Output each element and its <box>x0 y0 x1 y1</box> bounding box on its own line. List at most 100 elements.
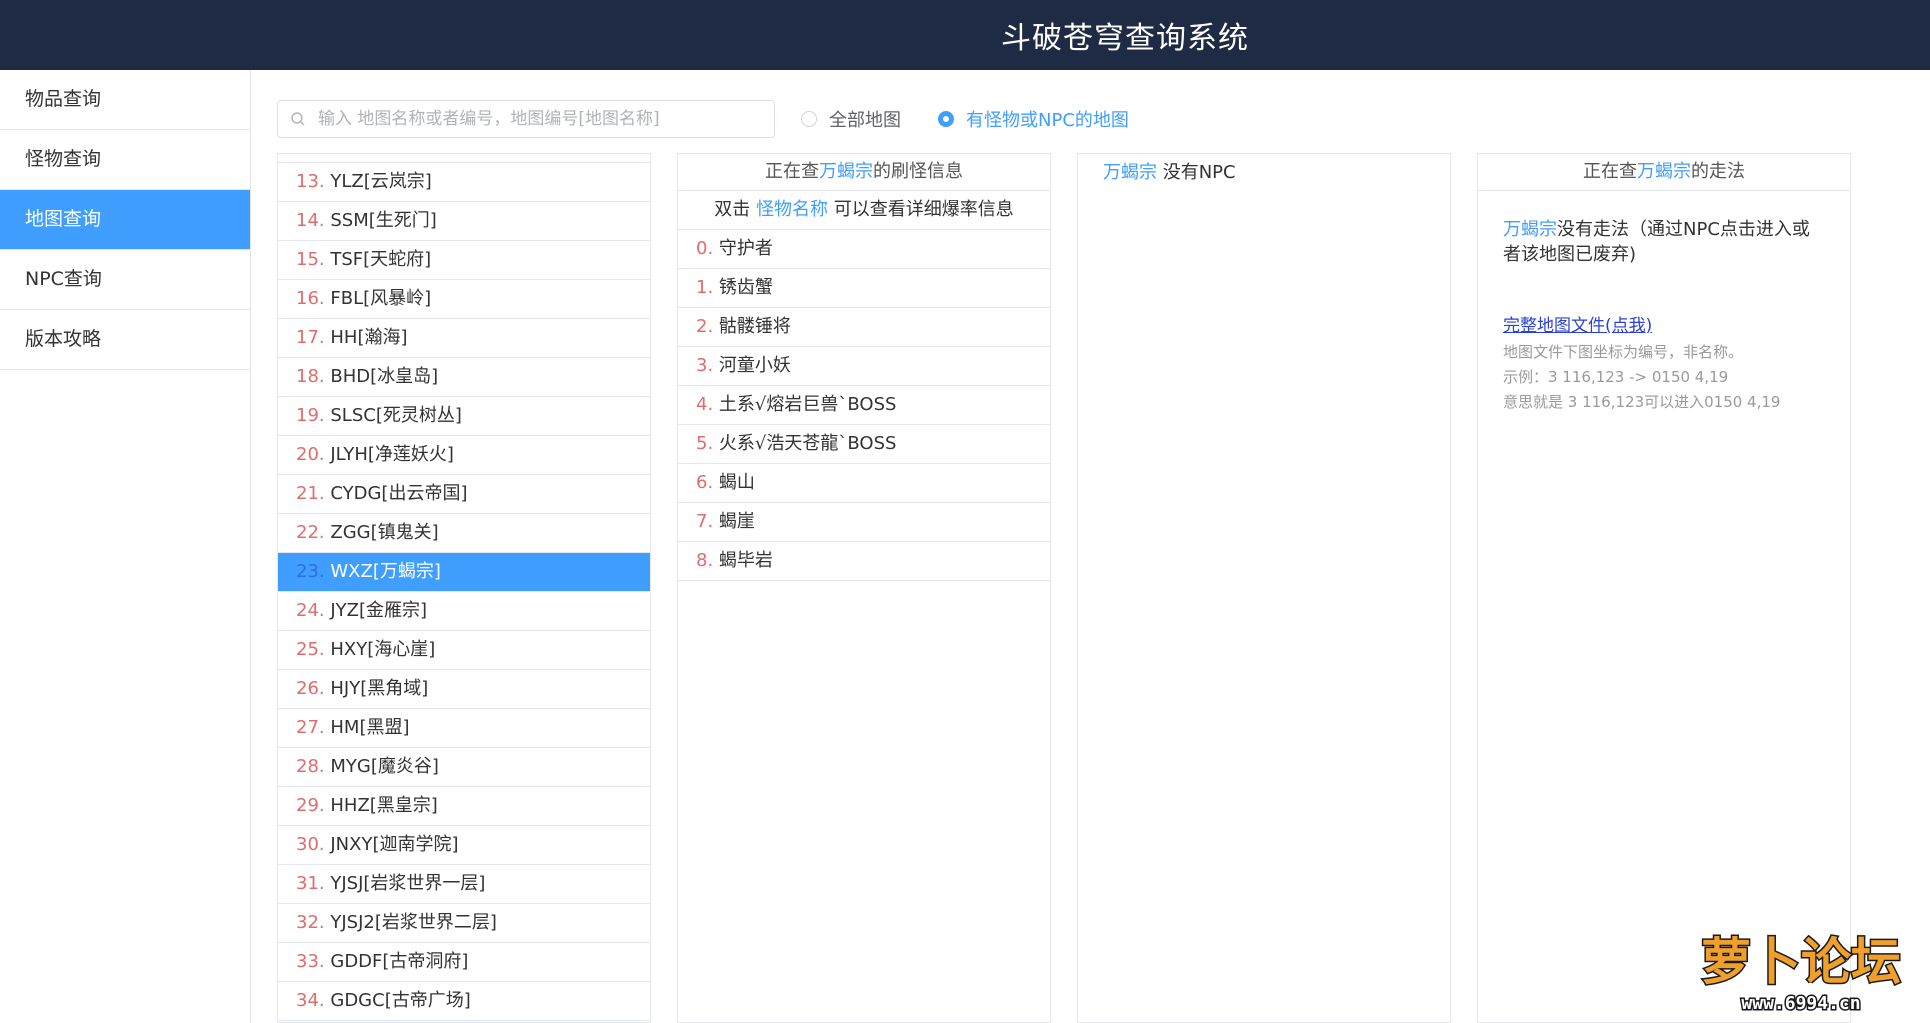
route-description: 万蝎宗没有走法（通过NPC点击进入或者该地图已废弃) <box>1503 217 1825 267</box>
map-item-number: 14. <box>296 210 325 231</box>
map-item-number: 30. <box>296 834 325 855</box>
map-list-item[interactable]: 16. FBL[风暴岭] <box>278 280 650 319</box>
map-item-name: GDDF[古帝洞府] <box>330 951 469 972</box>
route-note-2: 示例：3 116,123 -> 0150 4,19 <box>1503 368 1729 386</box>
route-panel-header: 正在查万蝎宗的走法 <box>1478 154 1850 191</box>
monster-item-number: 4. <box>696 394 714 415</box>
monster-list-item[interactable]: 4. 土系√熔岩巨兽`BOSS <box>678 386 1050 425</box>
map-list-item-partial <box>278 154 650 163</box>
full-map-file-link[interactable]: 完整地图文件(点我) <box>1503 311 1652 336</box>
map-item-number: 19. <box>296 405 325 426</box>
hint-monster-name: 怪物名称 <box>756 199 828 220</box>
map-item-name: HJY[黑角域] <box>330 678 429 699</box>
map-list-item[interactable]: 29. HHZ[黑皇宗] <box>278 787 650 826</box>
map-list-item[interactable]: 28. MYG[魔炎谷] <box>278 748 650 787</box>
monster-list-item[interactable]: 0. 守护者 <box>678 230 1050 269</box>
map-item-name: YJSJ2[岩浆世界二层] <box>330 912 497 933</box>
map-list-item[interactable]: 15. TSF[天蛇府] <box>278 241 650 280</box>
search-box[interactable] <box>277 100 775 138</box>
map-list-item[interactable]: 22. ZGG[镇鬼关] <box>278 514 650 553</box>
map-item-name: JNXY[迦南学院] <box>330 834 459 855</box>
map-item-number: 22. <box>296 522 325 543</box>
radio-monster-maps[interactable]: 有怪物或NPC的地图 <box>938 106 1129 132</box>
map-item-number: 25. <box>296 639 325 660</box>
hint-suffix: 可以查看详细爆率信息 <box>828 199 1014 220</box>
monster-item-name: 蝎毕岩 <box>718 550 773 571</box>
monster-list-item[interactable]: 7. 蝎崖 <box>678 503 1050 542</box>
map-item-number: 16. <box>296 288 325 309</box>
radio-all-maps[interactable]: 全部地图 <box>801 106 901 132</box>
monster-panel-hint: 双击 怪物名称 可以查看详细爆率信息 <box>678 191 1050 230</box>
npc-panel-text: 万蝎宗 没有NPC <box>1078 154 1450 186</box>
monster-head-prefix: 正在查 <box>765 161 819 182</box>
sidebar-item-monsters[interactable]: 怪物查询 <box>0 130 250 190</box>
monster-item-name: 蝎崖 <box>718 511 755 532</box>
map-item-number: 32. <box>296 912 325 933</box>
route-note-3: 意思就是 3 116,123可以进入0150 4,19 <box>1503 393 1781 411</box>
map-item-name: WXZ[万蝎宗] <box>330 561 441 582</box>
map-list-item[interactable]: 24. JYZ[金雁宗] <box>278 592 650 631</box>
map-item-name: HH[瀚海] <box>330 327 408 348</box>
main-content: 全部地图 有怪物或NPC的地图 13. YLZ[云岚宗]14. SSM[生死门]… <box>251 70 1930 1023</box>
map-item-name: JYZ[金雁宗] <box>330 600 428 621</box>
map-item-number: 34. <box>296 990 325 1011</box>
npc-map-name: 万蝎宗 <box>1103 162 1157 183</box>
monster-panel: 正在查万蝎宗的刷怪信息 双击 怪物名称 可以查看详细爆率信息 0. 守护者 1. … <box>677 153 1051 1023</box>
map-list-item[interactable]: 20. JLYH[净莲妖火] <box>278 436 650 475</box>
monster-list-item[interactable]: 2. 骷髅锤将 <box>678 308 1050 347</box>
map-item-name: FBL[风暴岭] <box>330 288 432 309</box>
monster-item-number: 1. <box>696 277 714 298</box>
monster-item-number: 6. <box>696 472 714 493</box>
map-item-number: 13. <box>296 171 325 192</box>
map-list-item[interactable]: 33. GDDF[古帝洞府] <box>278 943 650 982</box>
app-title: 斗破苍穹查询系统 <box>1001 21 1249 56</box>
watermark-url: www.6994.cn <box>1741 993 1860 1014</box>
map-item-number: 29. <box>296 795 325 816</box>
map-list-item[interactable]: 21. CYDG[出云帝国] <box>278 475 650 514</box>
map-item-name: GDGC[古帝广场] <box>330 990 471 1011</box>
sidebar-item-guides[interactable]: 版本攻略 <box>0 310 250 370</box>
sidebar-item-npc[interactable]: NPC查询 <box>0 250 250 310</box>
sidebar: 物品查询 怪物查询 地图查询 NPC查询 版本攻略 <box>0 70 251 1023</box>
map-list-item[interactable]: 23. WXZ[万蝎宗] <box>278 553 650 592</box>
monster-item-number: 3. <box>696 355 714 376</box>
monster-list-item[interactable]: 8. 蝎毕岩 <box>678 542 1050 581</box>
monster-list-item[interactable]: 5. 火系√浩天苍龍`BOSS <box>678 425 1050 464</box>
route-panel: 正在查万蝎宗的走法 万蝎宗没有走法（通过NPC点击进入或者该地图已废弃) 完整地… <box>1477 153 1851 1023</box>
map-list-item[interactable]: 25. HXY[海心崖] <box>278 631 650 670</box>
route-note-1: 地图文件下图坐标为编号，非名称。 <box>1503 343 1744 361</box>
map-list-item[interactable]: 26. HJY[黑角域] <box>278 670 650 709</box>
map-list-item[interactable]: 30. JNXY[迦南学院] <box>278 826 650 865</box>
monster-list-item[interactable]: 6. 蝎山 <box>678 464 1050 503</box>
map-list-item[interactable]: 32. YJSJ2[岩浆世界二层] <box>278 904 650 943</box>
map-list-item[interactable]: 14. SSM[生死门] <box>278 202 650 241</box>
map-item-name: HM[黑盟] <box>330 717 410 738</box>
map-item-name: HHZ[黑皇宗] <box>330 795 438 816</box>
map-list-item[interactable]: 34. GDGC[古帝广场] <box>278 982 650 1021</box>
search-icon <box>291 112 305 126</box>
monster-list-item[interactable]: 1. 锈齿蟹 <box>678 269 1050 308</box>
map-list[interactable]: 13. YLZ[云岚宗] 14. SSM[生死门] 15. TSF[天蛇府] 16. … <box>277 153 651 1023</box>
map-list-item[interactable]: 19. SLSC[死灵树丛] <box>278 397 650 436</box>
map-list-item[interactable]: 27. HM[黑盟] <box>278 709 650 748</box>
map-list-item[interactable]: 17. HH[瀚海] <box>278 319 650 358</box>
route-head-prefix: 正在查 <box>1583 161 1637 182</box>
map-list-item[interactable]: 18. BHD[冰皇岛] <box>278 358 650 397</box>
monster-list-item[interactable]: 3. 河童小妖 <box>678 347 1050 386</box>
monster-item-name: 骷髅锤将 <box>718 316 791 337</box>
map-item-number: 23. <box>296 561 325 582</box>
sidebar-item-maps[interactable]: 地图查询 <box>0 190 250 250</box>
map-item-number: 24. <box>296 600 325 621</box>
npc-status: 没有NPC <box>1157 162 1236 183</box>
npc-panel: 万蝎宗 没有NPC <box>1077 153 1451 1023</box>
map-item-number: 17. <box>296 327 325 348</box>
search-input[interactable] <box>316 108 760 130</box>
map-item-name: YJSJ[岩浆世界一层] <box>330 873 486 894</box>
sidebar-item-items[interactable]: 物品查询 <box>0 70 250 130</box>
map-item-number: 28. <box>296 756 325 777</box>
map-item-number: 21. <box>296 483 325 504</box>
watermark-title: 萝卜论坛 <box>1701 933 1901 991</box>
map-list-item[interactable]: 13. YLZ[云岚宗] <box>278 163 650 202</box>
monster-item-name: 守护者 <box>718 238 773 259</box>
map-list-item[interactable]: 31. YJSJ[岩浆世界一层] <box>278 865 650 904</box>
